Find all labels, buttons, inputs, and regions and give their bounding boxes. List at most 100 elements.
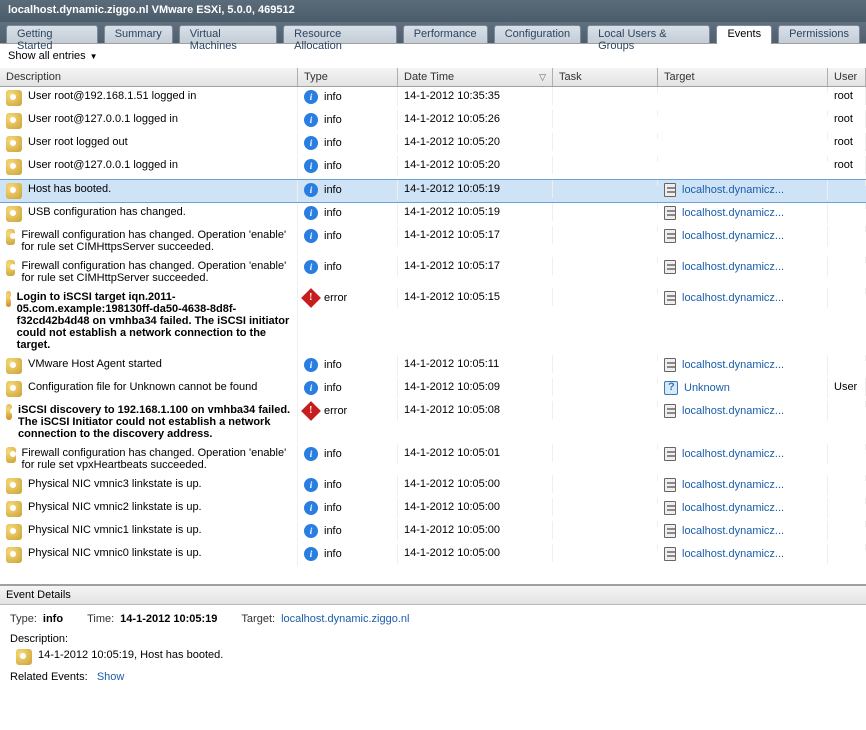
tab-getting-started[interactable]: Getting Started bbox=[6, 25, 98, 43]
event-datetime: 14-1-2012 10:05:20 bbox=[398, 156, 553, 174]
event-row[interactable]: Physical NIC vmnic3 linkstate is up.iinf… bbox=[0, 475, 866, 498]
event-row[interactable]: USB configuration has changed.iinfo14-1-… bbox=[0, 203, 866, 226]
event-row[interactable]: User root@127.0.0.1 logged iniinfo14-1-2… bbox=[0, 156, 866, 179]
event-task bbox=[553, 288, 658, 294]
events-grid[interactable]: User root@192.168.1.51 logged iniinfo14-… bbox=[0, 87, 866, 585]
host-icon bbox=[664, 478, 676, 492]
event-row[interactable]: Configuration file for Unknown cannot be… bbox=[0, 378, 866, 401]
event-icon bbox=[6, 260, 15, 276]
event-user: root bbox=[828, 133, 866, 151]
target-link[interactable]: localhost.dynamicz... bbox=[682, 261, 784, 273]
event-task bbox=[553, 226, 658, 232]
tab-performance[interactable]: Performance bbox=[403, 25, 488, 43]
event-type: info bbox=[324, 525, 342, 537]
event-user: root bbox=[828, 156, 866, 174]
details-target-link[interactable]: localhost.dynamic.ziggo.nl bbox=[281, 613, 409, 625]
event-task bbox=[553, 355, 658, 361]
info-icon: i bbox=[304, 524, 318, 538]
col-header-target[interactable]: Target bbox=[658, 68, 828, 86]
host-icon bbox=[664, 291, 676, 305]
event-icon bbox=[16, 649, 32, 665]
info-icon: i bbox=[304, 478, 318, 492]
target-link[interactable]: localhost.dynamicz... bbox=[682, 359, 784, 371]
col-header-task[interactable]: Task bbox=[553, 68, 658, 86]
event-type: error bbox=[324, 292, 347, 304]
target-link[interactable]: localhost.dynamicz... bbox=[682, 230, 784, 242]
col-header-user[interactable]: User bbox=[828, 68, 866, 86]
event-task bbox=[553, 521, 658, 527]
event-target: localhost.dynamicz... bbox=[658, 444, 828, 464]
details-description-value: 14-1-2012 10:05:19, Host has booted. bbox=[38, 649, 223, 661]
event-type: info bbox=[324, 230, 342, 242]
tab-configuration[interactable]: Configuration bbox=[494, 25, 581, 43]
event-datetime: 14-1-2012 10:05:19 bbox=[398, 180, 553, 198]
col-header-description[interactable]: Description bbox=[0, 68, 298, 86]
event-icon bbox=[6, 524, 22, 540]
event-row[interactable]: Physical NIC vmnic1 linkstate is up.iinf… bbox=[0, 521, 866, 544]
event-task bbox=[553, 87, 658, 93]
event-row[interactable]: Firewall configuration has changed. Oper… bbox=[0, 444, 866, 475]
events-toolbar: Show all entries ▼ bbox=[0, 44, 866, 68]
tab-virtual-machines[interactable]: Virtual Machines bbox=[179, 25, 277, 43]
tab-local-users-groups[interactable]: Local Users & Groups bbox=[587, 25, 710, 43]
host-icon bbox=[664, 206, 676, 220]
target-link[interactable]: localhost.dynamicz... bbox=[682, 502, 784, 514]
event-row[interactable]: User root logged outiinfo14-1-2012 10:05… bbox=[0, 133, 866, 156]
event-description: Firewall configuration has changed. Oper… bbox=[21, 229, 291, 253]
event-row[interactable]: VMware Host Agent startediinfo14-1-2012 … bbox=[0, 355, 866, 378]
event-row[interactable]: Physical NIC vmnic2 linkstate is up.iinf… bbox=[0, 498, 866, 521]
event-row[interactable]: Login to iSCSI target iqn.2011-05.com.ex… bbox=[0, 288, 866, 355]
event-row[interactable]: Firewall configuration has changed. Oper… bbox=[0, 226, 866, 257]
info-icon: i bbox=[304, 358, 318, 372]
error-icon: ! bbox=[301, 288, 321, 308]
target-link[interactable]: localhost.dynamicz... bbox=[682, 448, 784, 460]
event-row[interactable]: iSCSI discovery to 192.168.1.100 on vmhb… bbox=[0, 401, 866, 444]
col-header-datetime[interactable]: Date Time▽ bbox=[398, 68, 553, 86]
target-link[interactable]: Unknown bbox=[684, 382, 730, 394]
target-link[interactable]: localhost.dynamicz... bbox=[682, 525, 784, 537]
event-description: Physical NIC vmnic2 linkstate is up. bbox=[28, 501, 202, 513]
event-icon bbox=[6, 447, 16, 463]
details-type-key: Type: bbox=[10, 613, 37, 625]
details-related-show-link[interactable]: Show bbox=[97, 671, 125, 683]
event-row[interactable]: Physical NIC vmnic0 linkstate is up.iinf… bbox=[0, 544, 866, 567]
event-user bbox=[828, 355, 866, 361]
event-description: USB configuration has changed. bbox=[28, 206, 186, 218]
info-icon: i bbox=[304, 229, 318, 243]
event-row[interactable]: User root@192.168.1.51 logged iniinfo14-… bbox=[0, 87, 866, 110]
target-link[interactable]: localhost.dynamicz... bbox=[682, 479, 784, 491]
event-row[interactable]: Host has booted.iinfo14-1-2012 10:05:19l… bbox=[0, 179, 866, 203]
tab-bar: Getting Started Summary Virtual Machines Re… bbox=[0, 22, 866, 44]
info-icon: i bbox=[304, 159, 318, 173]
tab-events[interactable]: Events bbox=[716, 25, 772, 44]
target-link[interactable]: localhost.dynamicz... bbox=[682, 292, 784, 304]
info-icon: i bbox=[304, 183, 318, 197]
target-link[interactable]: localhost.dynamicz... bbox=[682, 207, 784, 219]
event-icon bbox=[6, 183, 22, 199]
info-icon: i bbox=[304, 113, 318, 127]
event-task bbox=[553, 444, 658, 450]
event-icon bbox=[6, 358, 22, 374]
tab-summary[interactable]: Summary bbox=[104, 25, 173, 43]
tab-permissions[interactable]: Permissions bbox=[778, 25, 860, 43]
event-description: Firewall configuration has changed. Oper… bbox=[22, 447, 291, 471]
target-link[interactable]: localhost.dynamicz... bbox=[682, 548, 784, 560]
details-description-key: Description: bbox=[10, 633, 68, 645]
event-details-panel: Type:info Time:14-1-2012 10:05:19 Target… bbox=[0, 605, 866, 693]
col-header-type[interactable]: Type bbox=[298, 68, 398, 86]
event-datetime: 14-1-2012 10:05:26 bbox=[398, 110, 553, 128]
chevron-down-icon[interactable]: ▼ bbox=[90, 52, 98, 61]
target-link[interactable]: localhost.dynamicz... bbox=[682, 405, 784, 417]
event-task bbox=[553, 475, 658, 481]
info-icon: i bbox=[304, 547, 318, 561]
event-row[interactable]: Firewall configuration has changed. Oper… bbox=[0, 257, 866, 288]
host-icon bbox=[664, 260, 676, 274]
event-row[interactable]: User root@127.0.0.1 logged iniinfo14-1-2… bbox=[0, 110, 866, 133]
event-user bbox=[828, 444, 866, 450]
host-icon bbox=[664, 229, 676, 243]
event-icon bbox=[6, 478, 22, 494]
event-target bbox=[658, 110, 828, 116]
target-link[interactable]: localhost.dynamicz... bbox=[682, 184, 784, 196]
tab-resource-allocation[interactable]: Resource Allocation bbox=[283, 25, 397, 43]
event-target: localhost.dynamicz... bbox=[658, 401, 828, 421]
